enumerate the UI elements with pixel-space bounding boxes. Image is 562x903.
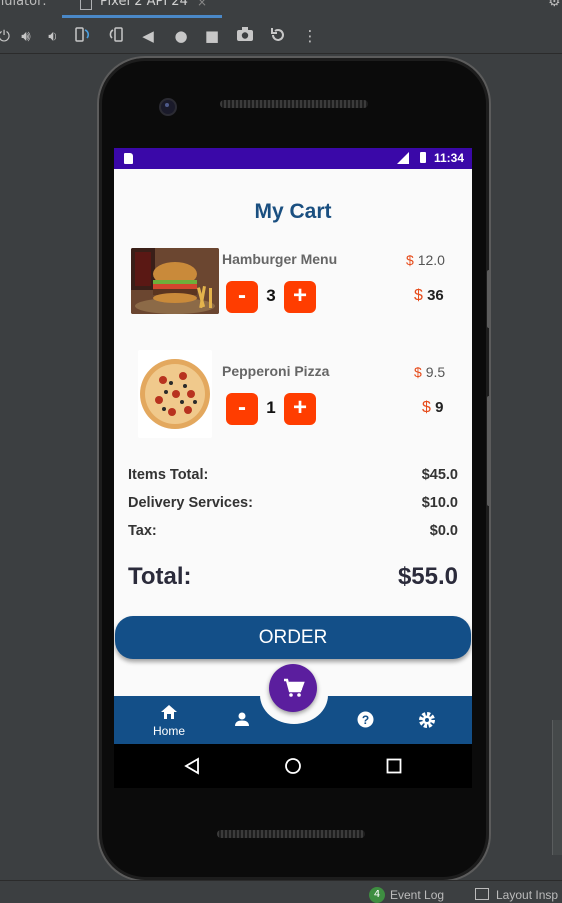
unit-price: $ 12.0 <box>406 252 445 268</box>
replay-icon[interactable] <box>268 26 288 46</box>
svg-text:?: ? <box>361 713 368 727</box>
nav-home[interactable]: Home <box>148 704 190 744</box>
delivery-value: $10.0 <box>421 495 458 511</box>
line-total: $ 36 <box>414 287 444 304</box>
overview-icon[interactable]: ■ <box>202 26 222 46</box>
decrease-quantity-button[interactable]: - <box>226 393 258 425</box>
item-name: Pepperoni Pizza <box>222 363 330 379</box>
device-icon <box>80 0 92 10</box>
pizza-image <box>138 350 212 438</box>
tax-value: $0.0 <box>429 523 458 539</box>
app-screen: 11:34 My Cart Hamburger Menu $ 12.0 - 3 … <box>114 148 472 744</box>
more-icon[interactable]: ⋮ <box>300 26 320 46</box>
tab-close-icon[interactable]: × <box>197 0 207 9</box>
decrease-quantity-button[interactable]: - <box>226 281 258 313</box>
unit-price: $ 9.5 <box>414 364 446 380</box>
gear-icon[interactable]: ⚙ <box>548 0 561 10</box>
layout-inspector-link[interactable]: Layout Insp <box>496 888 558 902</box>
home-nav-icon[interactable] <box>284 757 302 775</box>
side-panel-strip <box>552 720 562 855</box>
cart-icon <box>284 678 305 697</box>
hamburger-image <box>131 248 219 314</box>
nav-profile[interactable] <box>232 711 252 744</box>
power-icon[interactable]: ⏻ <box>0 26 14 46</box>
back-icon[interactable]: ◀ <box>138 26 158 46</box>
camera-icon[interactable] <box>235 26 255 46</box>
bottom-speaker <box>217 830 365 838</box>
ide-window-title: nulator: <box>0 0 47 9</box>
ide-tab-bar: nulator: Pixel 2 API 24 × ⚙ <box>0 0 562 18</box>
ide-status-bar: 4 Event Log Layout Insp <box>0 880 562 903</box>
order-button[interactable]: ORDER <box>115 616 471 659</box>
nav-settings[interactable] <box>417 711 437 744</box>
volume-up-icon[interactable]: 🔊︎ <box>16 26 36 46</box>
emulator-toolbar: ⏻ 🔊︎ 🔉︎ ◀ ● ■ ⋮ <box>0 19 562 54</box>
total-value: $55.0 <box>397 563 458 590</box>
emulator-tab-label: Pixel 2 API 24 <box>100 0 188 9</box>
sd-card-icon <box>124 153 133 164</box>
nav-help[interactable]: ? <box>355 711 375 744</box>
layout-inspector-icon <box>475 888 489 900</box>
home-button-icon[interactable]: ● <box>171 26 191 46</box>
person-icon <box>235 712 249 726</box>
volume-down-icon[interactable]: 🔉︎ <box>43 26 63 46</box>
rotate-right-icon[interactable] <box>107 26 127 46</box>
settings-icon <box>419 712 435 728</box>
line-total: $ 9 <box>422 399 444 416</box>
total-label: Total: <box>128 563 192 590</box>
recents-nav-icon[interactable] <box>386 758 402 774</box>
battery-icon <box>420 152 426 163</box>
rotate-left-icon[interactable] <box>72 26 92 46</box>
event-log-link[interactable]: Event Log <box>390 888 444 902</box>
android-status-bar: 11:34 <box>114 148 472 169</box>
items-total-value: $45.0 <box>421 467 458 483</box>
volume-side-button[interactable] <box>487 396 491 506</box>
cart-fab-button[interactable] <box>269 664 317 712</box>
nav-home-label: Home <box>152 724 185 738</box>
help-icon: ? <box>357 711 373 728</box>
page-title: My Cart <box>254 200 332 223</box>
event-count-badge: 4 <box>369 887 385 903</box>
item-name: Hamburger Menu <box>222 251 338 267</box>
front-camera <box>159 98 177 116</box>
item-quantity: 3 <box>266 286 276 305</box>
android-navigation-bar <box>114 744 472 788</box>
emulator-tab[interactable]: Pixel 2 API 24 × <box>62 0 222 18</box>
items-total-label: Items Total: <box>128 467 209 483</box>
status-time: 11:34 <box>434 151 465 165</box>
home-icon <box>161 705 177 719</box>
power-side-button[interactable] <box>487 270 491 328</box>
increase-quantity-button[interactable]: + <box>284 281 316 313</box>
delivery-label: Delivery Services: <box>128 495 253 511</box>
increase-quantity-button[interactable]: + <box>284 393 316 425</box>
item-quantity: 1 <box>266 398 276 417</box>
tax-label: Tax: <box>128 523 157 539</box>
back-nav-icon[interactable] <box>184 757 200 775</box>
signal-icon <box>397 152 409 164</box>
top-speaker <box>220 100 368 108</box>
